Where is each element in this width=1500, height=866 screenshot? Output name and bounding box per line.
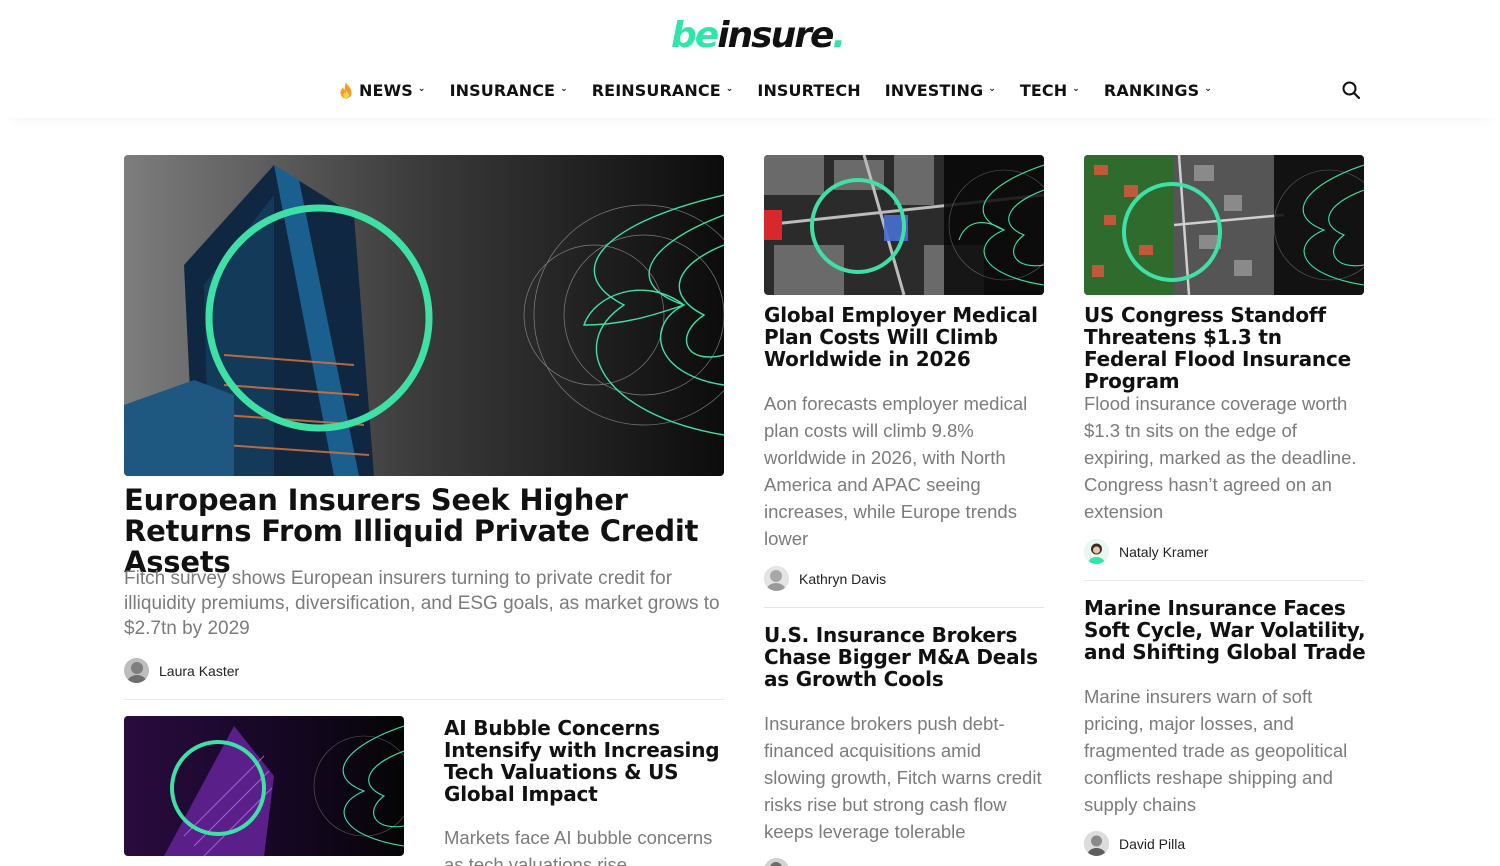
- featured-article-image[interactable]: [124, 155, 724, 476]
- nav-item-reinsurance[interactable]: REINSURANCE ⌄: [592, 81, 734, 100]
- ai-article-excerpt: Markets face AI bubble concerns as tech …: [444, 827, 713, 866]
- nav-item-insurance[interactable]: INSURANCE ⌄: [450, 81, 568, 100]
- chevron-down-icon: ⌄: [1072, 84, 1080, 94]
- flood-article-excerpt: Flood insurance coverage worth $1.3 tn s…: [1084, 393, 1357, 522]
- featured-article-author[interactable]: Laura Kaster: [124, 658, 239, 683]
- brokers-article-title[interactable]: U.S. Insurance Brokers Chase Bigger M&A …: [764, 624, 1046, 690]
- site-header: beinsure. NEWS ⌄ INSURANCE ⌄ REINSURANCE…: [0, 0, 1500, 118]
- chevron-down-icon: ⌄: [1204, 84, 1212, 94]
- nav-label-news: NEWS: [359, 80, 413, 100]
- avatar: [764, 566, 789, 591]
- ai-article-title[interactable]: AI Bubble Concerns Intensify with Increa…: [444, 717, 726, 805]
- featured-article-title[interactable]: European Insurers Seek Higher Returns Fr…: [124, 485, 724, 578]
- marine-article-author[interactable]: David Pilla: [1084, 831, 1185, 856]
- chevron-down-icon: ⌄: [560, 84, 568, 94]
- medical-article-author[interactable]: Kathryn Davis: [764, 566, 886, 591]
- fire-icon: [340, 82, 352, 98]
- avatar: [124, 658, 149, 683]
- chevron-down-icon: ⌄: [725, 84, 734, 94]
- marine-article-excerpt: Marine insurers warn of soft pricing, ma…: [1084, 686, 1348, 815]
- chevron-down-icon: ⌄: [988, 84, 996, 94]
- medical-article-image[interactable]: [764, 155, 1044, 295]
- medical-article-title[interactable]: Global Employer Medical Plan Costs Will …: [764, 304, 1046, 370]
- author-name: David Pilla: [1119, 835, 1186, 852]
- avatar: [1084, 831, 1109, 856]
- nav-item-rankings[interactable]: RANKINGS ⌄: [1104, 81, 1212, 100]
- flood-article-title[interactable]: US Congress Standoff Threatens $1.3 tn F…: [1084, 304, 1366, 392]
- nav-item-investing[interactable]: INVESTING ⌄: [885, 81, 996, 100]
- medical-article-excerpt: Aon forecasts employer medical plan cost…: [764, 393, 1028, 549]
- avatar: [1084, 539, 1109, 564]
- brokers-article-author[interactable]: [764, 858, 799, 866]
- nav-label-reinsurance: REINSURANCE: [591, 80, 721, 100]
- nav-item-news[interactable]: NEWS ⌄: [338, 81, 426, 100]
- avatar: [764, 858, 789, 866]
- divider: [124, 699, 724, 700]
- site-logo[interactable]: beinsure.: [671, 16, 846, 56]
- divider: [1084, 580, 1364, 581]
- brokers-article-excerpt: Insurance brokers push debt-financed acq…: [764, 713, 1042, 842]
- nav-label-tech: TECH: [1019, 80, 1068, 100]
- chevron-down-icon: ⌄: [417, 84, 426, 94]
- main-nav: NEWS ⌄ INSURANCE ⌄ REINSURANCE ⌄ INSURTE…: [338, 78, 1236, 102]
- author-name: Laura Kaster: [159, 662, 240, 679]
- nav-item-insurtech[interactable]: INSURTECH: [757, 81, 860, 100]
- ai-article-image[interactable]: [124, 716, 404, 856]
- author-name: Kathryn Davis: [799, 570, 887, 587]
- search-icon[interactable]: [1341, 80, 1361, 100]
- flood-article-author[interactable]: Nataly Kramer: [1084, 539, 1208, 564]
- nav-label-investing: INVESTING: [884, 80, 984, 100]
- divider: [764, 607, 1044, 608]
- nav-item-tech[interactable]: TECH ⌄: [1020, 81, 1080, 100]
- nav-label-insurtech: INSURTECH: [757, 80, 861, 100]
- nav-label-insurance: INSURANCE: [449, 80, 556, 100]
- nav-label-rankings: RANKINGS: [1103, 80, 1200, 100]
- marine-article-title[interactable]: Marine Insurance Faces Soft Cycle, War V…: [1084, 597, 1366, 663]
- author-name: Nataly Kramer: [1119, 543, 1209, 560]
- featured-article-excerpt: Fitch survey shows European insurers tur…: [124, 568, 720, 639]
- flood-article-image[interactable]: [1084, 155, 1364, 295]
